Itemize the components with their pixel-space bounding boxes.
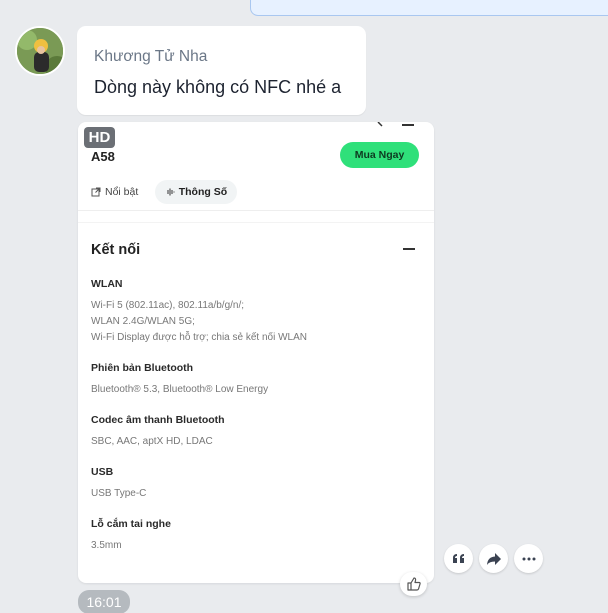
tab-specs: Thông Số [154, 180, 238, 204]
spec-value: USB Type-C [91, 488, 147, 499]
spec-item: Codec âm thanh Bluetooth SBC, AAC, aptX … [91, 414, 411, 450]
spec-item: Phiên bản Bluetooth Bluetooth® 5.3, Blue… [91, 362, 411, 398]
image-attachment[interactable]: HD A58 Mua Ngay Nổi bật Thông Số Kết nối… [78, 122, 434, 583]
spec-label: Phiên bản Bluetooth [91, 362, 194, 374]
divider [78, 210, 434, 211]
more-icon [522, 557, 535, 560]
tab-bar: Nổi bật Thông Số [91, 180, 238, 204]
spec-item: USB USB Type-C [91, 466, 411, 502]
quote-icon [452, 553, 464, 563]
model-name: A58 [91, 149, 115, 164]
timestamp: 16:01 [78, 590, 130, 613]
message-text: Dòng này không có NFC nhé a [94, 77, 342, 97]
tab-specs-label: Thông Số [178, 186, 228, 198]
sound-wave-icon [167, 188, 175, 196]
spec-label: Lỗ cắm tai nghe [91, 518, 171, 530]
avatar-photo [17, 28, 63, 74]
spec-value: 3.5mm [91, 540, 122, 551]
share-button[interactable] [479, 544, 508, 573]
like-button[interactable] [400, 572, 427, 596]
collapse-icon [403, 248, 415, 250]
more-button[interactable] [514, 544, 543, 573]
like-icon [406, 577, 421, 591]
spec-item: Lỗ cắm tai nghe 3.5mm [91, 518, 411, 554]
previous-message-bubble [250, 0, 608, 16]
hd-badge: HD [84, 127, 115, 148]
divider [78, 222, 434, 223]
external-link-icon [91, 187, 101, 197]
buy-now-button: Mua Ngay [340, 142, 419, 168]
spec-value: SBC, AAC, aptX HD, LDAC [91, 436, 213, 447]
sender-name: Khương Tử Nha [94, 48, 208, 65]
message-bubble[interactable]: Khương Tử Nha Dòng này không có NFC nhé … [77, 26, 366, 115]
share-icon [486, 552, 501, 565]
spec-label: USB [91, 466, 114, 478]
spec-label: WLAN [91, 278, 123, 290]
tab-highlights-label: Nổi bật [105, 186, 139, 198]
spec-item: WLAN Wi-Fi 5 (802.11ac), 802.11a/b/g/n/;… [91, 278, 411, 346]
avatar[interactable] [15, 26, 65, 76]
spec-value: Wi-Fi 5 (802.11ac), 802.11a/b/g/n/; WLAN… [91, 300, 307, 343]
tab-highlights: Nổi bật [91, 180, 146, 204]
cropped-icons [377, 122, 414, 127]
section-title: Kết nối [91, 242, 141, 258]
spec-value: Bluetooth® 5.3, Bluetooth® Low Energy [91, 384, 269, 395]
spec-label: Codec âm thanh Bluetooth [91, 414, 225, 426]
quote-button[interactable] [444, 544, 473, 573]
